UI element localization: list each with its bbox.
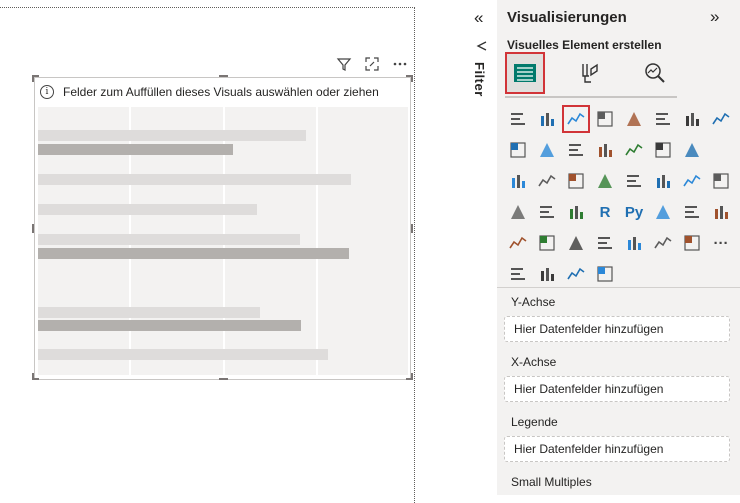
shape-map-icon[interactable]	[681, 232, 703, 254]
ribbon-chart-icon[interactable]	[594, 139, 616, 161]
placeholder-bar	[38, 204, 257, 215]
kpi-icon[interactable]	[710, 170, 732, 192]
stacked-bar-chart-icon[interactable]	[507, 108, 529, 130]
placeholder-bar	[38, 144, 233, 155]
funnel-icon[interactable]	[652, 139, 674, 161]
area-chart-icon[interactable]	[710, 108, 732, 130]
smart-narrative-icon[interactable]	[536, 232, 558, 254]
pane-mode-tabs	[505, 52, 677, 98]
filter-pane-label[interactable]: Filter	[472, 62, 487, 97]
clustered-bar-chart-icon[interactable]	[562, 105, 590, 133]
expand-filter-pane-icon[interactable]: «	[474, 8, 483, 28]
globe-map-icon[interactable]	[507, 263, 529, 285]
line-and-clustered-column-icon[interactable]	[565, 139, 587, 161]
resize-handle-top-right-v[interactable]	[411, 75, 413, 82]
placeholder-bar	[38, 320, 301, 331]
matrix-icon[interactable]	[565, 201, 587, 223]
slicer-icon[interactable]	[507, 201, 529, 223]
legend-well-dropzone[interactable]: Hier Datenfelder hinzufügen	[504, 436, 730, 462]
format-visual-icon	[582, 63, 598, 83]
table-icon[interactable]	[536, 201, 558, 223]
placeholder-bar	[38, 234, 300, 245]
visualizations-pane: Visualisierungen » Visuelles Element ers…	[497, 0, 740, 495]
more-icon[interactable]: ···	[710, 232, 732, 254]
resize-handle-bottom-right-v[interactable]	[411, 373, 413, 380]
small-multiples-well-label: Small Multiples	[511, 475, 592, 489]
resize-handle-bottom-left-v[interactable]	[32, 373, 34, 380]
x-axis-well-label: X-Achse	[511, 355, 557, 369]
visual-header	[336, 56, 410, 72]
x-axis-well-dropzone[interactable]: Hier Datenfelder hinzufügen	[504, 376, 730, 402]
build-visual-icon	[514, 64, 536, 82]
collapse-pane-icon[interactable]: »	[710, 7, 719, 27]
100-stacked-column-chart-icon[interactable]	[652, 108, 674, 130]
donut-chart-icon[interactable]	[536, 170, 558, 192]
line-chart-icon[interactable]	[681, 108, 703, 130]
legend-well-label: Legende	[511, 415, 558, 429]
paginated-report-icon[interactable]	[507, 232, 529, 254]
gauge-icon[interactable]	[652, 170, 674, 192]
resize-handle-left[interactable]	[32, 224, 34, 233]
power-automate-2-icon[interactable]	[594, 263, 616, 285]
power-automate-icon[interactable]	[565, 232, 587, 254]
line-and-stacked-column-icon[interactable]	[536, 139, 558, 161]
visual-info-message: i Felder zum Auffüllen dieses Visuals au…	[40, 83, 379, 101]
resize-handle-top-left-v[interactable]	[32, 75, 34, 82]
pane-divider	[497, 287, 740, 288]
stacked-column-chart-icon[interactable]	[536, 108, 558, 130]
treemap-icon[interactable]	[565, 170, 587, 192]
qa-icon[interactable]	[710, 201, 732, 223]
format-visual-tab[interactable]	[569, 52, 609, 94]
analytics-icon	[645, 63, 665, 83]
mode-tabs-underline	[505, 96, 677, 98]
pane-title: Visualisierungen	[507, 9, 627, 26]
decomposition-tree-icon[interactable]	[681, 201, 703, 223]
key-influencers-icon[interactable]	[652, 201, 674, 223]
info-icon: i	[40, 85, 54, 99]
analytics-tab[interactable]	[635, 52, 675, 94]
gridline	[316, 107, 318, 375]
waterfall-chart-icon[interactable]	[623, 139, 645, 161]
pie-chart-icon[interactable]	[507, 170, 529, 192]
placeholder-bar	[38, 174, 351, 185]
placeholder-chart	[38, 107, 408, 375]
filter-pane-icon	[476, 40, 488, 55]
resize-handle-right[interactable]	[411, 224, 413, 233]
y-axis-well-dropzone[interactable]: Hier Datenfelder hinzufügen	[504, 316, 730, 342]
power-apps-icon[interactable]	[652, 232, 674, 254]
info-text: Felder zum Auffüllen dieses Visuals ausw…	[63, 85, 379, 99]
arcgis-map-icon[interactable]	[623, 232, 645, 254]
python-visual-icon[interactable]: Py	[623, 201, 645, 223]
y-axis-well-label: Y-Achse	[511, 295, 556, 309]
build-visual-tab[interactable]	[505, 52, 545, 94]
clustered-column-chart-icon[interactable]	[594, 108, 616, 130]
pane-subtitle: Visuelles Element erstellen	[507, 38, 662, 52]
stacked-area-chart-icon[interactable]	[507, 139, 529, 161]
azure-map-icon[interactable]	[623, 170, 645, 192]
100-stacked-bar-chart-icon[interactable]	[623, 108, 645, 130]
placeholder-bar	[38, 307, 260, 318]
scatter-chart-icon[interactable]	[681, 139, 703, 161]
map-icon[interactable]	[594, 170, 616, 192]
filter-icon[interactable]	[336, 56, 354, 72]
resize-handle-bottom[interactable]	[219, 378, 228, 380]
more-options-icon[interactable]	[392, 56, 410, 72]
placeholder-bar	[38, 349, 328, 360]
focus-mode-icon[interactable]	[364, 56, 382, 72]
trophy-icon[interactable]	[565, 263, 587, 285]
r-visual-icon[interactable]: R	[594, 201, 616, 223]
resize-handle-top[interactable]	[219, 75, 228, 77]
placeholder-bar	[38, 248, 349, 259]
placeholder-bar	[38, 130, 306, 141]
card-icon[interactable]	[681, 170, 703, 192]
image-icon[interactable]	[594, 232, 616, 254]
filled-map-icon[interactable]	[536, 263, 558, 285]
